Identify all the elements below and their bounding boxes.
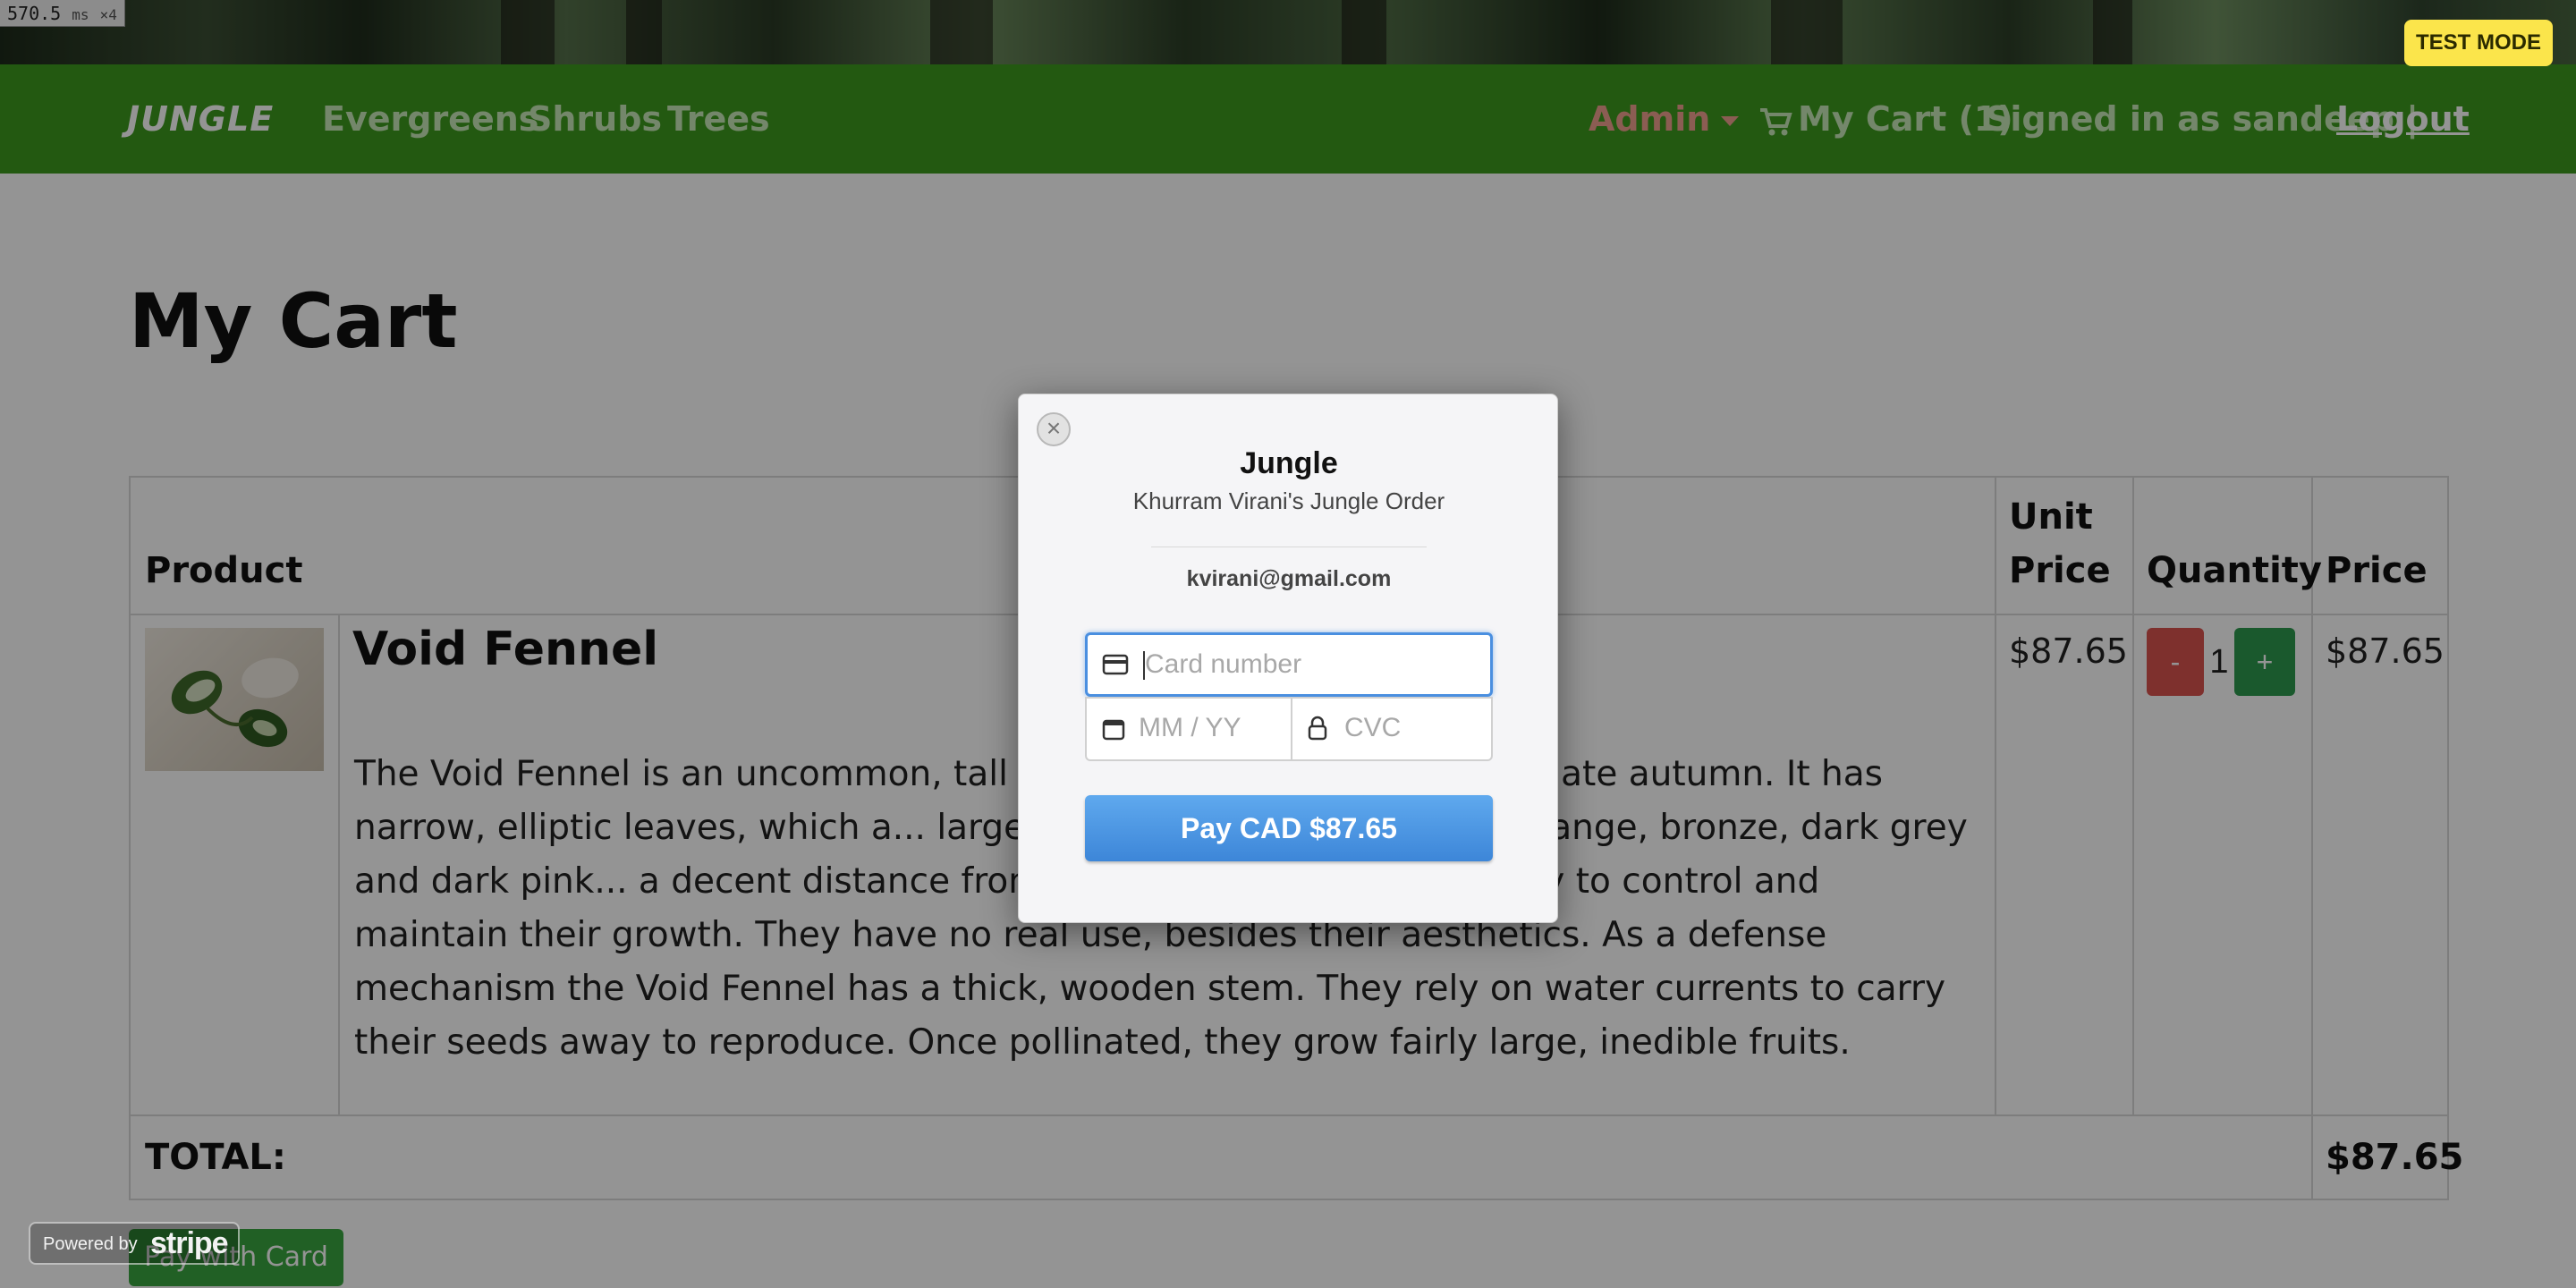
stripe-logo: stripe [150, 1226, 229, 1260]
calendar-icon [1102, 719, 1125, 741]
powered-by-stripe-badge[interactable]: Powered by stripe [29, 1222, 240, 1265]
expiry-placeholder: MM / YY [1139, 713, 1241, 742]
order-description: Khurram Virani's Jungle Order [1132, 487, 1445, 514]
card-number-placeholder: Card number [1145, 649, 1302, 679]
test-mode-badge: TEST MODE [2404, 20, 2553, 66]
lock-icon [1308, 716, 1327, 741]
close-icon[interactable]: × [1037, 412, 1071, 446]
expiry-input[interactable]: MM / YY [1087, 699, 1291, 759]
cvc-input[interactable]: CVC [1292, 699, 1493, 759]
cvc-placeholder: CVC [1344, 713, 1402, 742]
pay-button[interactable]: Pay CAD $87.65 [1085, 795, 1493, 861]
card-number-input[interactable]: Card number [1085, 632, 1493, 697]
card-details-row: MM / YY CVC [1085, 697, 1493, 761]
customer-email[interactable]: kvirani@gmail.com [1019, 566, 1559, 592]
merchant-name: Jungle [1240, 446, 1338, 480]
credit-card-icon [1102, 654, 1129, 675]
stripe-checkout-modal: × Jungle Khurram Virani's Jungle Order k… [1018, 394, 1558, 923]
powered-by-label: Powered by [43, 1234, 138, 1254]
